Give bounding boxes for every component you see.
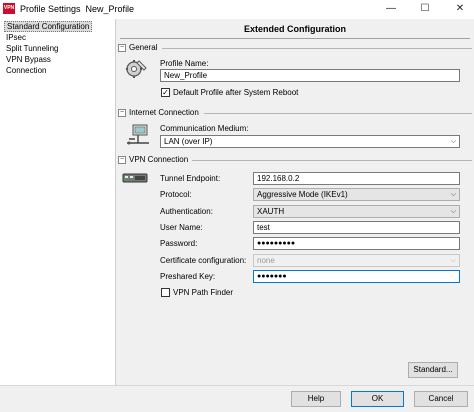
password-input[interactable]: ●●●●●●●●● bbox=[253, 237, 460, 250]
sidebar-item-split-tunneling[interactable]: Split Tunneling bbox=[4, 43, 60, 54]
sidebar-item-vpn-bypass[interactable]: VPN Bypass bbox=[4, 54, 53, 65]
check-icon: ✓ bbox=[162, 88, 169, 97]
sidebar-item-standard-configuration[interactable]: Standard Configuration bbox=[4, 21, 93, 32]
help-button[interactable]: Help bbox=[291, 391, 341, 407]
protocol-value: Aggressive Mode (IKEv1) bbox=[257, 190, 348, 199]
page-title: Extended Configuration bbox=[244, 24, 346, 34]
minimize-icon: — bbox=[386, 3, 396, 14]
authentication-value: XAUTH bbox=[257, 207, 285, 216]
close-button[interactable]: ✕ bbox=[449, 0, 471, 18]
chevron-down-icon: ⌵ bbox=[450, 191, 456, 198]
profile-name-input[interactable]: New_Profile bbox=[160, 69, 460, 82]
window-title-text: Profile Settings bbox=[20, 4, 81, 14]
password-label: Password: bbox=[160, 239, 198, 248]
communication-medium-select[interactable]: LAN (over IP) ⌵ bbox=[160, 135, 460, 148]
section-internet-title: Internet Connection bbox=[129, 108, 199, 117]
window-title: Profile Settings New_Profile bbox=[20, 4, 134, 14]
standard-button[interactable]: Standard... bbox=[408, 362, 458, 378]
network-icon bbox=[127, 124, 149, 145]
default-profile-label: Default Profile after System Reboot bbox=[173, 88, 299, 97]
chevron-down-icon: ⌵ bbox=[450, 138, 456, 145]
preshared-key-input[interactable]: ●●●●●●● bbox=[253, 270, 460, 283]
title-bar: VPN Profile Settings New_Profile — ☐ ✕ bbox=[0, 0, 474, 18]
vpn-path-finder-checkbox[interactable] bbox=[161, 288, 170, 297]
username-input[interactable]: test bbox=[253, 221, 460, 234]
certificate-configuration-select[interactable]: none ⌵ bbox=[253, 254, 460, 267]
section-general: − General bbox=[118, 43, 472, 54]
vpn-path-finder-label: VPN Path Finder bbox=[173, 288, 234, 297]
minimize-button[interactable]: — bbox=[380, 0, 402, 18]
settings-gear-icon bbox=[126, 60, 147, 78]
chevron-down-icon: ⌵ bbox=[450, 257, 456, 264]
maximize-button[interactable]: ☐ bbox=[414, 0, 436, 18]
chevron-down-icon: ⌵ bbox=[450, 208, 456, 215]
window-title-profile: New_Profile bbox=[85, 4, 135, 14]
collapse-general-icon[interactable]: − bbox=[118, 44, 126, 52]
ok-button[interactable]: OK bbox=[351, 391, 404, 407]
profile-name-label: Profile Name: bbox=[160, 59, 209, 68]
certificate-configuration-label: Certificate configuration: bbox=[160, 256, 247, 265]
sidebar-item-ipsec[interactable]: IPsec bbox=[4, 32, 28, 43]
collapse-vpn-icon[interactable]: − bbox=[118, 156, 126, 164]
collapse-internet-icon[interactable]: − bbox=[118, 109, 126, 117]
communication-medium-label: Communication Medium: bbox=[160, 124, 249, 133]
main-panel: Extended Configuration − General Profile… bbox=[116, 19, 474, 385]
certificate-configuration-value: none bbox=[257, 256, 275, 265]
communication-medium-value: LAN (over IP) bbox=[164, 137, 213, 146]
protocol-label: Protocol: bbox=[160, 190, 192, 199]
authentication-select[interactable]: XAUTH ⌵ bbox=[253, 205, 460, 218]
vpn-gateway-icon bbox=[122, 173, 148, 183]
username-label: User Name: bbox=[160, 223, 203, 232]
section-internet-connection: − Internet Connection bbox=[118, 108, 472, 119]
dialog-footer: Help OK Cancel bbox=[0, 385, 474, 412]
section-divider bbox=[162, 48, 472, 49]
sidebar: Standard Configuration IPsec Split Tunne… bbox=[1, 19, 116, 385]
protocol-select[interactable]: Aggressive Mode (IKEv1) ⌵ bbox=[253, 188, 460, 201]
tunnel-endpoint-input[interactable]: 192.168.0.2 bbox=[253, 172, 460, 185]
tunnel-endpoint-label: Tunnel Endpoint: bbox=[160, 174, 221, 183]
section-divider bbox=[192, 160, 472, 161]
section-general-title: General bbox=[129, 43, 158, 52]
maximize-icon: ☐ bbox=[420, 3, 430, 14]
close-icon: ✕ bbox=[455, 3, 465, 14]
header-divider bbox=[120, 38, 470, 39]
section-vpn-title: VPN Connection bbox=[129, 155, 189, 164]
default-profile-checkbox[interactable]: ✓ bbox=[161, 88, 170, 97]
authentication-label: Authentication: bbox=[160, 207, 213, 216]
sidebar-item-connection[interactable]: Connection bbox=[4, 65, 48, 76]
section-vpn-connection: − VPN Connection bbox=[118, 155, 472, 166]
cancel-button[interactable]: Cancel bbox=[414, 391, 468, 407]
preshared-key-label: Preshared Key: bbox=[160, 272, 216, 281]
section-divider bbox=[204, 113, 472, 114]
vpn-app-icon: VPN bbox=[3, 3, 15, 14]
